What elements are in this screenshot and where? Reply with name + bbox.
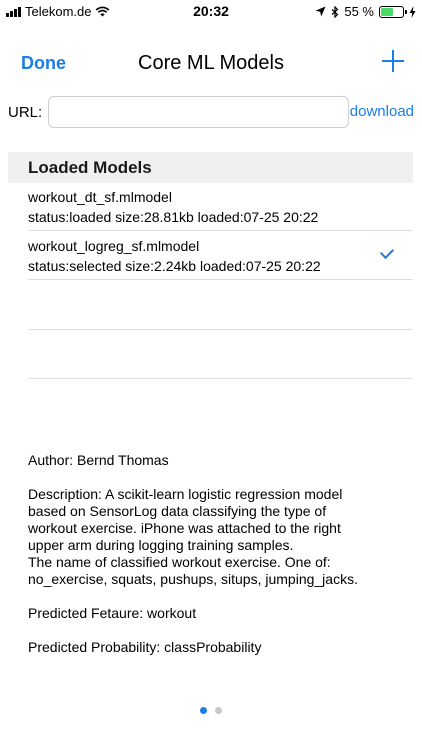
navigation-bar: Done Core ML Models xyxy=(0,40,422,84)
url-row: URL: download xyxy=(8,96,418,128)
description-line: Description: A scikit-learn logistic reg… xyxy=(28,486,343,502)
charging-bolt-icon xyxy=(409,5,416,18)
checkmark-icon xyxy=(379,244,395,260)
section-title: Loaded Models xyxy=(28,158,152,177)
url-input[interactable] xyxy=(48,96,349,128)
battery-icon xyxy=(379,5,407,18)
model-name: workout_logreg_sf.mlmodel xyxy=(28,238,200,254)
plus-icon[interactable] xyxy=(380,48,406,74)
empty-row xyxy=(28,281,413,330)
empty-row xyxy=(28,330,413,379)
model-info: status:loaded size:28.81kb loaded:07-25 … xyxy=(28,209,319,225)
description-text: Description: A scikit-learn logistic reg… xyxy=(28,486,408,588)
page-dot[interactable] xyxy=(215,707,222,714)
description-line: based on SensorLog data classifying the … xyxy=(28,503,327,519)
download-button[interactable]: download xyxy=(350,103,414,120)
model-details: Author: Bernd Thomas Description: A scik… xyxy=(28,452,408,673)
status-right: 55 % xyxy=(315,4,416,19)
loaded-models-header: Loaded Models xyxy=(8,152,413,183)
page-title: Core ML Models xyxy=(138,52,284,74)
predicted-feature-text: Predicted Fetaure: workout xyxy=(28,605,197,621)
url-label: URL: xyxy=(8,104,43,121)
description-line: The name of classified workout exercise.… xyxy=(28,554,331,570)
status-bar: Telekom.de 20:32 55 % xyxy=(0,0,422,22)
model-row[interactable]: workout_dt_sf.mlmodel status:loaded size… xyxy=(28,183,413,231)
model-name: workout_dt_sf.mlmodel xyxy=(28,189,172,205)
description-line: no_exercise, squats, pushups, situps, ju… xyxy=(28,571,358,587)
battery-percent: 55 % xyxy=(344,4,374,19)
page-control[interactable] xyxy=(0,707,422,714)
location-arrow-icon xyxy=(315,6,326,17)
predicted-probability-text: Predicted Probability: classProbability xyxy=(28,639,262,655)
description-line: workout exercise. iPhone was attached to… xyxy=(28,520,341,536)
page-dot-active[interactable] xyxy=(200,707,207,714)
battery-level xyxy=(381,7,393,16)
model-info: status:selected size:2.24kb loaded:07-25… xyxy=(28,258,321,274)
model-row-selected[interactable]: workout_logreg_sf.mlmodel status:selecte… xyxy=(28,232,413,280)
author-text: Author: Bernd Thomas xyxy=(28,452,169,468)
bluetooth-icon xyxy=(331,5,339,18)
description-line: upper arm during logging training sample… xyxy=(28,537,294,553)
